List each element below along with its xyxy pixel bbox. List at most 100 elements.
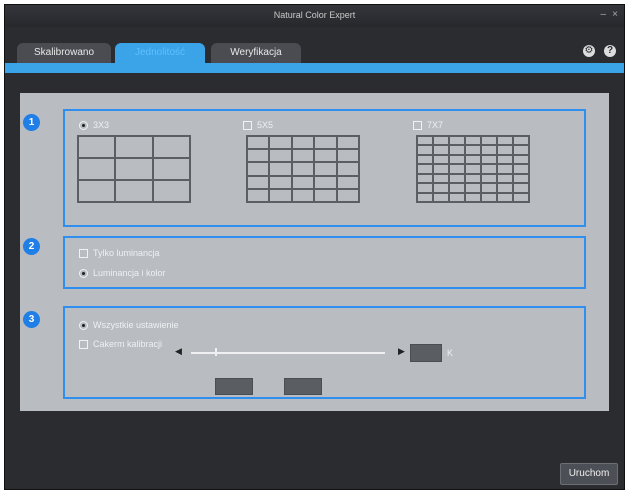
grid-cell	[497, 173, 513, 184]
option-5x5[interactable]: 5X5	[243, 120, 273, 130]
grid-cell	[449, 164, 465, 174]
grid-size-section: 3X3 5X5 7X7	[63, 109, 586, 227]
grid-cell	[465, 192, 481, 202]
grid-cell	[513, 192, 529, 202]
grid-cell	[336, 149, 359, 163]
option-luminance-color[interactable]: Luminancja i kolor	[79, 268, 166, 278]
grid-preview-3x3	[77, 135, 191, 203]
radio-3x3[interactable]	[79, 120, 88, 130]
grid-cell	[417, 154, 433, 165]
grid-cell	[247, 162, 270, 176]
grid-cell	[465, 164, 481, 174]
grid-cell	[449, 192, 465, 202]
grid-cell	[78, 158, 116, 180]
grid-cell	[497, 145, 513, 155]
close-button[interactable]: ×	[612, 9, 618, 20]
app-window: Natural Color Expert – × Skalibrowano Je…	[4, 4, 625, 490]
grid-cell	[314, 175, 337, 189]
grid-cell	[336, 162, 359, 176]
option-7x7[interactable]: 7X7	[413, 120, 443, 130]
grid-cell	[433, 192, 449, 202]
grid-cell	[291, 188, 315, 202]
checkbox-5x5[interactable]	[243, 120, 252, 130]
grid-cell	[269, 162, 292, 176]
checkbox-7x7[interactable]	[413, 120, 422, 130]
grid-cell	[314, 136, 337, 150]
grid-cell	[449, 145, 465, 155]
x-input[interactable]	[215, 378, 253, 395]
option-luminance-only[interactable]: Tylko luminancja	[79, 248, 160, 258]
checkbox-luminance-only[interactable]	[79, 248, 88, 258]
grid-cell	[314, 149, 337, 163]
grid-cell	[269, 149, 292, 163]
grid-cell	[465, 136, 481, 146]
tab-jednolitosc[interactable]: Jednolitość	[115, 43, 205, 63]
grid-cell	[513, 136, 529, 146]
grid-cell	[465, 145, 481, 155]
tab-accent-strip	[5, 63, 624, 73]
title-bar: Natural Color Expert – ×	[5, 5, 624, 27]
slider-left-arrow-icon[interactable]: ◀	[175, 346, 182, 357]
grid-cell	[291, 149, 315, 163]
grid-cell	[115, 136, 153, 158]
grid-cell	[465, 173, 481, 184]
grid-cell	[417, 164, 433, 174]
grid-preview-7x7	[416, 135, 530, 203]
grid-cell	[269, 136, 292, 150]
grid-cell	[336, 136, 359, 150]
grid-cell	[497, 183, 513, 193]
grid-cell	[314, 188, 337, 202]
grid-cell	[449, 173, 465, 184]
grid-cell	[465, 183, 481, 193]
temperature-input[interactable]	[410, 344, 442, 362]
grid-cell	[291, 162, 315, 176]
checkbox-calibration-target[interactable]	[79, 339, 88, 349]
section-badge-2: 2	[23, 238, 40, 255]
grid-cell	[497, 192, 513, 202]
grid-cell	[513, 145, 529, 155]
grid-cell	[417, 173, 433, 184]
y-input[interactable]	[284, 378, 322, 395]
run-button[interactable]: Uruchom	[560, 463, 618, 485]
option-3x3[interactable]: 3X3	[79, 120, 109, 130]
radio-luminance-color[interactable]	[79, 268, 88, 278]
tab-bar: Skalibrowano Jednolitość Weryfikacja	[5, 37, 624, 65]
option-calibration-target[interactable]: Cakerm kalibracji	[79, 339, 162, 349]
grid-cell	[481, 145, 497, 155]
grid-cell	[247, 175, 270, 189]
option-7x7-label: 7X7	[427, 120, 444, 130]
grid-cell	[314, 162, 337, 176]
grid-cell	[291, 175, 315, 189]
help-icon[interactable]: ?	[604, 45, 616, 57]
tab-skalibrowano[interactable]: Skalibrowano	[17, 43, 111, 63]
top-icons: ⚙ ?	[577, 44, 616, 57]
grid-cell	[513, 183, 529, 193]
grid-preview-5x5	[246, 135, 360, 203]
grid-cell	[449, 154, 465, 165]
tab-weryfikacja[interactable]: Weryfikacja	[211, 43, 301, 63]
slider-thumb[interactable]	[215, 348, 217, 356]
temperature-unit: K	[447, 348, 454, 358]
grid-cell	[497, 136, 513, 146]
grid-cell	[417, 145, 433, 155]
grid-cell	[433, 183, 449, 193]
radio-all-settings[interactable]	[79, 320, 88, 330]
grid-cell	[247, 188, 270, 202]
grid-cell	[269, 175, 292, 189]
grid-cell	[513, 173, 529, 184]
grid-cell	[481, 154, 497, 165]
grid-cell	[152, 180, 190, 202]
grid-cell	[433, 145, 449, 155]
section-badge-1: 1	[23, 114, 40, 131]
gear-icon[interactable]: ⚙	[582, 45, 595, 57]
minimize-button[interactable]: –	[600, 9, 606, 20]
option-luminance-color-label: Luminancja i kolor	[93, 268, 166, 278]
slider-right-arrow-icon[interactable]: ▶	[398, 346, 405, 357]
temperature-slider[interactable]	[191, 352, 385, 354]
grid-cell	[78, 180, 116, 202]
grid-cell	[433, 164, 449, 174]
grid-cell	[513, 154, 529, 165]
option-all-settings[interactable]: Wszystkie ustawienie	[79, 320, 179, 330]
grid-cell	[481, 136, 497, 146]
grid-cell	[115, 158, 153, 180]
